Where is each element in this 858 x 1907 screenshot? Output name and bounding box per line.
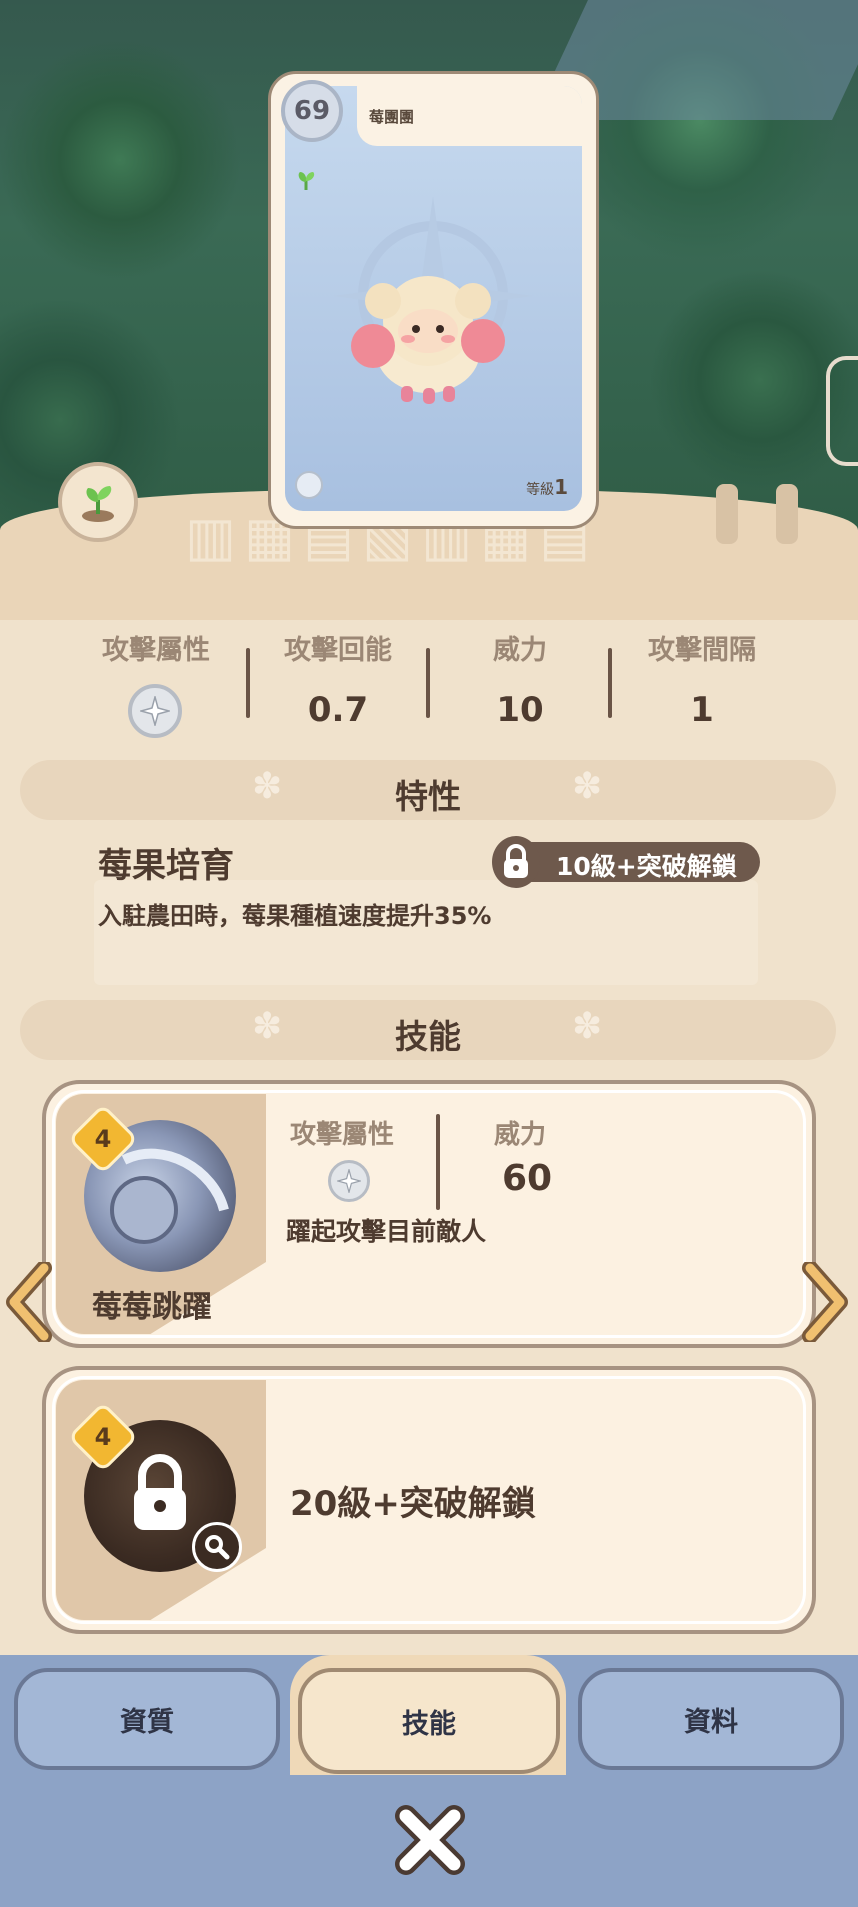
- sheep-character-icon: [351, 276, 505, 404]
- character-card[interactable]: 等級1 莓團團 69: [268, 71, 599, 529]
- card-name: 莓團團: [369, 108, 415, 126]
- skill-power-label: 威力: [494, 1120, 547, 1150]
- attack-attr-icon: [128, 684, 182, 738]
- skill-card-1[interactable]: 4 莓莓跳躍 攻擊屬性 威力 60 躍起攻擊目前敵人: [42, 1080, 816, 1348]
- sprout-icon: [82, 486, 114, 522]
- traits-title: 特性: [395, 777, 461, 816]
- card-name-tab: 莓團團: [357, 86, 582, 146]
- skill-attr-label: 攻擊屬性: [290, 1120, 395, 1150]
- trait-unlock-text: 10級+突破解鎖: [556, 852, 737, 881]
- skill-power-value: 60: [502, 1158, 553, 1199]
- next-arrow-icon[interactable]: [800, 1262, 850, 1342]
- skill-card-2[interactable]: 4 20級+突破解鎖: [42, 1366, 816, 1634]
- traits-section-header: ✽ 特性 ✽: [20, 760, 836, 820]
- tab-skills[interactable]: 技能: [298, 1668, 560, 1774]
- skill-name: 莓莓跳躍: [92, 1290, 212, 1325]
- close-icon[interactable]: [390, 1800, 470, 1880]
- tab-info[interactable]: 資料: [578, 1668, 844, 1770]
- interval-label: 攻擊間隔: [648, 635, 756, 666]
- skill-divider: [436, 1114, 440, 1210]
- sprout-button[interactable]: [58, 462, 138, 542]
- attack-attr-label: 攻擊屬性: [102, 635, 210, 666]
- trait-description: 入駐農田時，莓果種植速度提升35%: [98, 902, 492, 930]
- card-level: 等級1: [526, 475, 568, 499]
- prev-arrow-icon[interactable]: [4, 1262, 54, 1342]
- skills-title: 技能: [395, 1017, 461, 1056]
- power-label: 威力: [493, 635, 547, 666]
- tab-aptitude[interactable]: 資質: [14, 1668, 280, 1770]
- skill-level-value: 4: [94, 1423, 112, 1451]
- trait-unlock-pill: 10級+突破解鎖: [492, 836, 760, 888]
- fence-post: [776, 484, 798, 544]
- interval-value: 1: [690, 690, 714, 730]
- energy-label: 攻擊回能: [284, 635, 392, 666]
- card-level-value: 1: [554, 475, 568, 499]
- lock-icon: [492, 836, 540, 888]
- grass-type-icon: [298, 172, 315, 190]
- energy-value: 0.7: [307, 690, 369, 730]
- side-drawer-handle[interactable]: [826, 356, 858, 466]
- skill-unlock-text: 20級+突破解鎖: [290, 1484, 536, 1524]
- card-level-label: 等級: [526, 482, 555, 498]
- skill-level-value: 4: [94, 1125, 112, 1153]
- skill-attr-icon: [328, 1160, 370, 1202]
- star-compass-icon: [140, 696, 170, 726]
- card-portrait-area: 等級1: [285, 86, 582, 511]
- magnify-icon: [205, 1535, 230, 1560]
- skill-description: 躍起攻擊目前敵人: [286, 1217, 487, 1246]
- rank-badge: 69: [281, 80, 343, 142]
- power-value: 10: [496, 690, 544, 730]
- card-attack-attr-icon: [295, 471, 323, 499]
- magnify-button[interactable]: [192, 1522, 242, 1572]
- fence-post: [716, 484, 738, 544]
- skills-section-header: ✽ 技能 ✽: [20, 1000, 836, 1060]
- trait-name: 莓果培育: [98, 846, 234, 886]
- paw-icon: ✽: [572, 766, 603, 807]
- paw-icon: ✽: [572, 1006, 603, 1047]
